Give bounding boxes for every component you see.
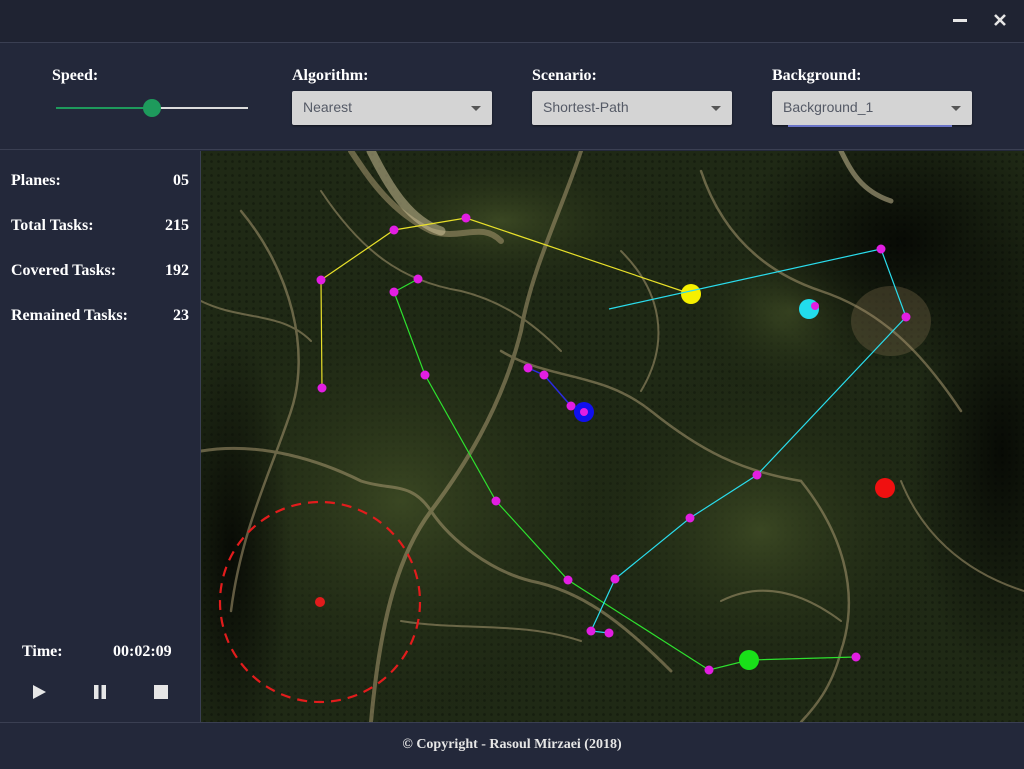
stop-button[interactable] <box>150 681 172 703</box>
pause-icon <box>94 685 106 699</box>
play-button[interactable] <box>28 681 50 703</box>
minimize-icon <box>953 18 967 22</box>
scenario-select[interactable]: Shortest-Path <box>532 91 732 125</box>
background-select-value: Background_1 <box>783 99 874 115</box>
green-plane <box>739 650 759 670</box>
speed-slider-fill <box>56 107 152 109</box>
minimize-button[interactable] <box>948 8 972 32</box>
planes-value: 05 <box>173 172 189 189</box>
title-bar <box>0 0 1024 43</box>
covered-tasks-value: 192 <box>165 262 189 279</box>
algorithm-label: Algorithm: <box>292 67 369 84</box>
algorithm-select[interactable]: Nearest <box>292 91 492 125</box>
speed-slider-thumb[interactable] <box>143 99 161 117</box>
stats-sidebar: Planes: 05 Total Tasks: 215 Covered Task… <box>0 151 201 722</box>
aerial-map <box>201 151 1024 722</box>
speed-slider[interactable] <box>56 98 248 118</box>
red-plane <box>875 478 895 498</box>
total-tasks-label: Total Tasks: <box>11 217 94 234</box>
close-icon <box>994 14 1006 26</box>
time-value: 00:02:09 <box>113 643 172 660</box>
planes-label: Planes: <box>11 172 61 189</box>
footer: © Copyright - Rasoul Mirzaei (2018) <box>0 722 1024 769</box>
covered-tasks-label: Covered Tasks: <box>11 262 117 279</box>
scenario-label: Scenario: <box>532 67 597 84</box>
background-select[interactable]: Background_1 <box>772 91 972 127</box>
stop-icon <box>154 685 168 699</box>
play-icon <box>33 685 46 699</box>
chevron-down-icon <box>471 106 481 111</box>
danger-zone-center <box>315 597 325 607</box>
yellow-plane <box>681 284 701 304</box>
map-view[interactable] <box>201 151 1024 722</box>
time-label: Time: <box>22 643 63 660</box>
speed-label: Speed: <box>52 67 99 84</box>
scenario-select-value: Shortest-Path <box>543 99 629 115</box>
pause-button[interactable] <box>89 681 111 703</box>
remained-tasks-value: 23 <box>173 307 189 324</box>
background-label: Background: <box>772 67 862 84</box>
chevron-down-icon <box>951 106 961 111</box>
total-tasks-value: 215 <box>165 217 189 234</box>
speed-slider-track <box>152 107 248 109</box>
algorithm-select-value: Nearest <box>303 99 353 115</box>
close-button[interactable] <box>988 8 1012 32</box>
remained-tasks-label: Remained Tasks: <box>11 307 128 324</box>
copyright-text: © Copyright - Rasoul Mirzaei (2018) <box>402 737 622 752</box>
focus-underline <box>788 125 952 127</box>
chevron-down-icon <box>711 106 721 111</box>
